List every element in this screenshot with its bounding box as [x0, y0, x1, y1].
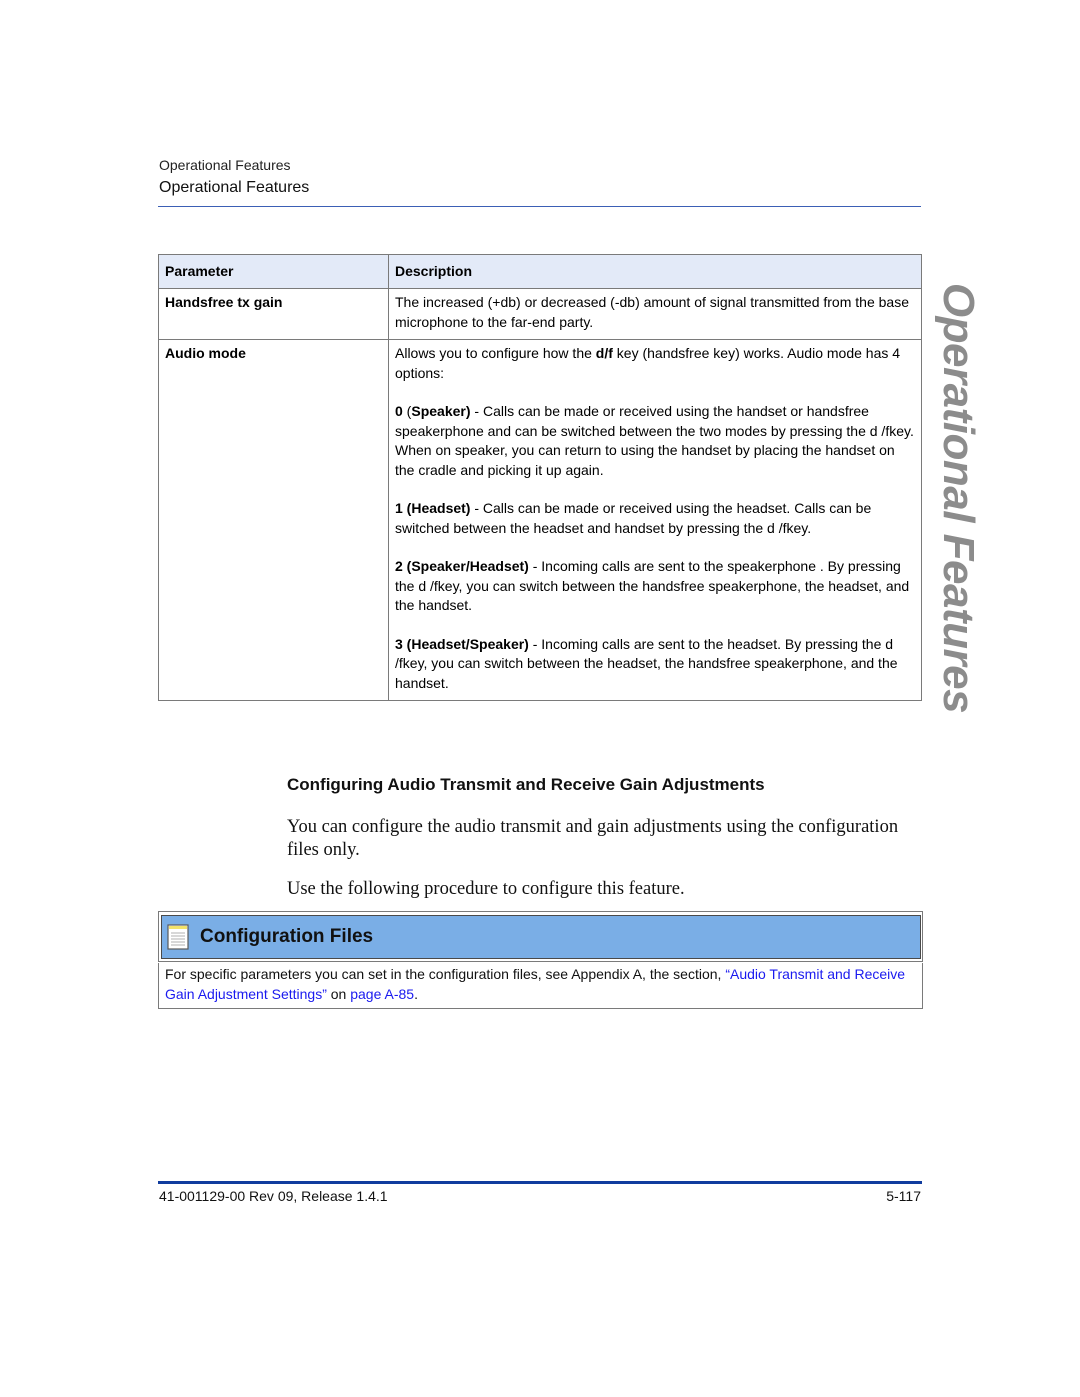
audio-mode-intro: Allows you to configure how the d/f key … [395, 344, 915, 383]
body-paragraph: Use the following procedure to configure… [287, 879, 685, 899]
df-key-name: d/f [595, 345, 613, 361]
running-header: Operational Features [159, 179, 310, 196]
option-label: Speaker) [411, 403, 471, 419]
header-divider [158, 206, 921, 207]
notepad-icon [167, 924, 189, 950]
option-label: 2 (Speaker/Headset) [395, 558, 529, 574]
intro-text: Allows you to configure how the [395, 345, 596, 361]
audio-mode-option: 1 (Headset) - Calls can be made or recei… [395, 499, 915, 538]
column-header-description: Description [388, 254, 922, 289]
option-number: 0 [395, 403, 403, 419]
option-text: - Calls can be made or received using th… [395, 403, 914, 478]
callout-body: For specific parameters you can set in t… [158, 963, 923, 1009]
callout-text: For specific parameters you can set in t… [165, 966, 726, 982]
chapter-side-tab-label: Operational Features [934, 282, 983, 714]
running-header-small: Operational Features [159, 157, 291, 173]
footer-divider [158, 1181, 922, 1184]
footer-doc-id: 41-001129-00 Rev 09, Release 1.4.1 [159, 1188, 388, 1204]
table-row: Audio mode Allows you to configure how t… [158, 339, 922, 701]
parameter-name: Handsfree tx gain [158, 288, 389, 340]
section-heading: Configuring Audio Transmit and Receive G… [287, 775, 765, 794]
body-paragraph: You can configure the audio transmit and… [287, 817, 899, 860]
audio-mode-option: 2 (Speaker/Headset) - Incoming calls are… [395, 557, 915, 616]
callout-title-bar: Configuration Files [161, 915, 921, 959]
audio-mode-option: 0 (Speaker) - Calls can be made or recei… [395, 402, 915, 480]
parameter-description: Allows you to configure how the d/f key … [388, 339, 922, 701]
parameter-description: The increased (+db) or decreased (-db) a… [388, 288, 922, 340]
table-row: Handsfree tx gain The increased (+db) or… [158, 288, 922, 340]
option-label: 3 (Headset/Speaker) [395, 635, 529, 652]
page-link[interactable]: page A-85 [350, 986, 414, 1002]
chapter-side-tab: Operational Features [934, 283, 983, 713]
callout-text: on [326, 985, 351, 1002]
parameter-table: Parameter Description Handsfree tx gain … [158, 254, 922, 701]
option-label: 1 (Headset) [395, 500, 471, 516]
footer-page-number: 5-117 [886, 1188, 921, 1204]
parameter-name: Audio mode [158, 339, 389, 701]
column-header-parameter: Parameter [158, 254, 389, 289]
audio-mode-option: 3 (Headset/Speaker) - Incoming calls are… [395, 635, 915, 694]
callout-text: . [414, 985, 418, 1002]
table-header-row: Parameter Description [158, 254, 922, 289]
callout-title: Configuration Files [200, 926, 374, 947]
